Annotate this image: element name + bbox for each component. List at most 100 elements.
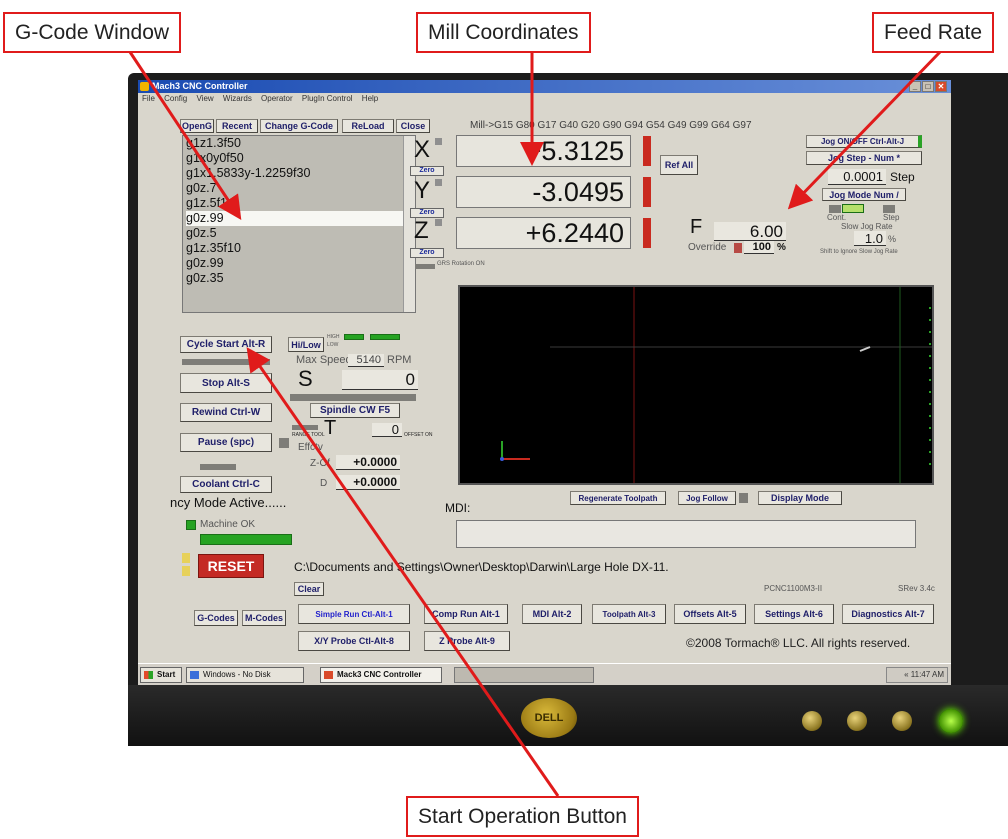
close-gcode-button[interactable]: Close (396, 119, 430, 133)
stop-button[interactable]: Stop Alt-S (180, 373, 272, 393)
feed-rate-label: F (690, 216, 703, 238)
tab-offsets[interactable]: Offsets Alt-5 (674, 604, 746, 624)
reset-button[interactable]: RESET (198, 554, 264, 578)
z-axis-led (435, 219, 442, 226)
menu-wizards[interactable]: Wizards (223, 94, 252, 103)
slow-jog-rate-label: Slow Jog Rate (841, 222, 893, 231)
callout-gcode-window: G-Code Window (3, 12, 182, 53)
pause-button[interactable]: Pause (spc) (180, 433, 272, 452)
menu-config[interactable]: Config (164, 94, 187, 103)
recent-button[interactable]: Recent (216, 119, 258, 133)
tab-xy-probe[interactable]: X/Y Probe Ctl-Alt-8 (298, 631, 410, 651)
gcode-line: g0z.35 (186, 271, 224, 285)
tab-z-probe[interactable]: Z Probe Alt-9 (424, 631, 510, 651)
menu-plugin-control[interactable]: PlugIn Control (302, 94, 353, 103)
modal-codes-line: Mill->G15 G80 G17 G40 G20 G90 G94 G54 G4… (470, 120, 752, 131)
mdi-label: MDI: (445, 501, 471, 515)
emergency-mode-text: ncy Mode Active...... (170, 495, 287, 510)
dro-x-label: X (414, 136, 431, 163)
monitor-button[interactable] (802, 711, 822, 731)
jog-cont-label: Cont. (827, 213, 847, 222)
tab-gcodes[interactable]: G-Codes (194, 610, 238, 626)
clear-button[interactable]: Clear (294, 582, 324, 596)
gcode-line: g0z.99 (186, 256, 224, 270)
max-speed-value[interactable]: 5140 (348, 354, 384, 367)
gcode-line: g0z.7 (186, 181, 217, 195)
gcode-line: g0z.5 (186, 226, 217, 240)
zero-x-button[interactable]: Zero (410, 166, 444, 176)
menu-help[interactable]: Help (362, 94, 378, 103)
feed-override-label: Override (688, 242, 727, 253)
cycle-start-button[interactable]: Cycle Start Alt-R (180, 336, 272, 353)
close-icon[interactable]: ✕ (935, 81, 947, 92)
tab-diagnostics[interactable]: Diagnostics Alt-7 (842, 604, 934, 624)
display-mode-button[interactable]: Display Mode (758, 491, 842, 505)
jog-cont-led (829, 205, 841, 213)
tab-simple-run[interactable]: Simple Run Ctl-Alt-1 (298, 604, 410, 624)
change-gcode-button[interactable]: Change G-Code (260, 119, 338, 133)
coolant-button[interactable]: Coolant Ctrl-C (180, 476, 272, 493)
machine-ok-label: Machine OK (200, 519, 256, 530)
gcode-line: g1z1.3f50 (186, 136, 241, 150)
maximize-icon[interactable]: □ (922, 81, 934, 92)
jog-step-button[interactable]: Jog Step - Num * (806, 151, 922, 165)
spindle-low-led (370, 334, 400, 340)
spindle-s-value[interactable]: 0 (342, 370, 418, 390)
tool-t-value[interactable]: 0 (372, 423, 402, 437)
dro-y-value: -3.0495 (456, 176, 631, 208)
slow-jog-rate-value[interactable]: 1.0 (854, 231, 886, 246)
ref-all-button[interactable]: Ref All (660, 155, 698, 175)
d-offset-value[interactable]: +0.0000 (336, 475, 400, 490)
tab-comp-run[interactable]: Comp Run Alt-1 (424, 604, 508, 624)
power-button[interactable] (939, 709, 963, 733)
regenerate-toolpath-button[interactable]: Regenerate Toolpath (570, 491, 666, 505)
taskbar-item-empty[interactable] (454, 667, 594, 683)
window-icon (190, 671, 199, 679)
reload-button[interactable]: ReLoad (342, 119, 394, 133)
monitor-button[interactable] (847, 711, 867, 731)
feed-rate-value[interactable]: 6.00 (714, 222, 786, 241)
menu-operator[interactable]: Operator (261, 94, 293, 103)
jog-step-value[interactable]: 0.0001 (828, 169, 886, 185)
taskbar-item-windows-no-disk[interactable]: Windows - No Disk (186, 667, 304, 683)
menu-file[interactable]: File (142, 94, 155, 103)
menu-view[interactable]: View (196, 94, 213, 103)
spindle-low-label: LOW (327, 342, 339, 348)
gcode-window[interactable]: g1z1.3f50 g1x0y0f50 g1x1.5833y-1.2259f30… (182, 135, 416, 313)
feed-override-value[interactable]: 100 (744, 241, 774, 254)
max-speed-label: Max Speed (296, 354, 352, 366)
tab-toolpath[interactable]: Toolpath Alt-3 (592, 604, 666, 624)
rewind-button[interactable]: Rewind Ctrl-W (180, 403, 272, 422)
tab-mcodes[interactable]: M-Codes (242, 610, 286, 626)
spindle-high-label: HIGH (327, 334, 340, 340)
monitor-button[interactable] (892, 711, 912, 731)
taskbar-item-mach3[interactable]: Mack3 CNC Controller (320, 667, 442, 683)
start-button[interactable]: Start (140, 667, 182, 683)
reset-led-top (182, 553, 190, 563)
z-offset-label: Z-Of (310, 458, 330, 469)
feed-override-led (734, 243, 742, 253)
tab-settings[interactable]: Settings Alt-6 (754, 604, 834, 624)
reset-led-bottom (182, 566, 190, 576)
hilow-button[interactable]: Hi/Low (288, 337, 324, 352)
effective-label: Effctv (298, 442, 323, 453)
dro-x-bar (643, 136, 651, 166)
x-axis-led (435, 138, 442, 145)
z-offset-value[interactable]: +0.0000 (336, 455, 400, 470)
open-gcode-button[interactable]: OpenG (180, 119, 214, 133)
mdi-input[interactable] (456, 520, 916, 548)
jog-follow-button[interactable]: Jog Follow (678, 491, 736, 505)
jog-step-label: Step (883, 213, 900, 222)
dro-z-label: Z (414, 217, 429, 244)
jog-mode-button[interactable]: Jog Mode Num / (822, 188, 906, 201)
toolpath-display[interactable] (458, 285, 934, 485)
slow-jog-rate-unit: % (888, 234, 897, 244)
minimize-icon[interactable]: _ (909, 81, 921, 92)
dell-logo: DELL (521, 698, 577, 738)
tab-mdi[interactable]: MDI Alt-2 (522, 604, 582, 624)
jog-onoff-button[interactable]: Jog ON/OFF Ctrl-Alt-J (806, 135, 922, 148)
jog-mode-led (842, 204, 864, 213)
screen-revision: SRev 3.4c (898, 584, 935, 593)
zero-z-button[interactable]: Zero (410, 248, 444, 258)
spindle-cw-button[interactable]: Spindle CW F5 (310, 403, 400, 418)
